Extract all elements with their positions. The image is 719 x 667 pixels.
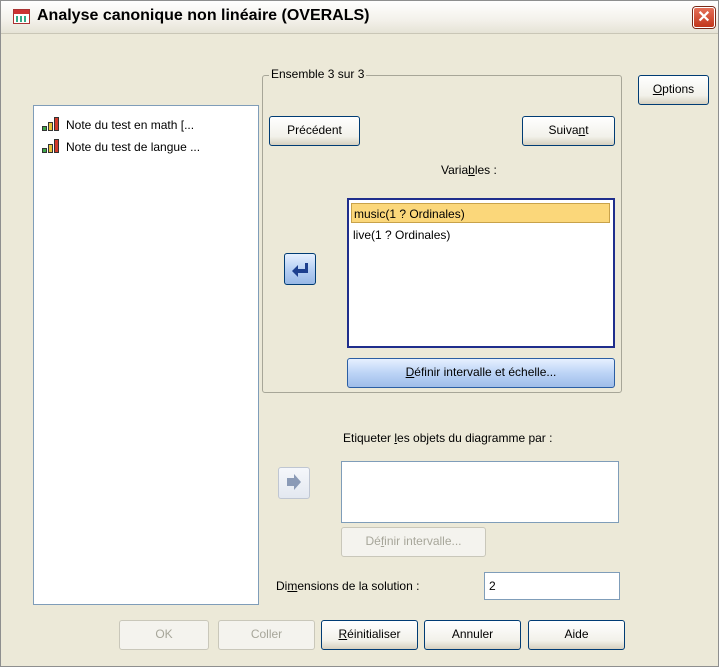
list-item[interactable]: Note du test en math [... <box>42 116 194 134</box>
set-legend: Ensemble 3 sur 3 <box>269 67 367 81</box>
ok-button[interactable]: OK <box>119 620 209 650</box>
reset-button[interactable]: Réinitialiser <box>321 620 418 650</box>
list-item[interactable]: live(1 ? Ordinales) <box>351 225 610 245</box>
cancel-button[interactable]: Annuler <box>424 620 521 650</box>
scale-measure-icon <box>42 117 60 131</box>
move-left-arrow-button[interactable] <box>284 253 316 285</box>
help-button[interactable]: Aide <box>528 620 625 650</box>
close-icon[interactable]: ✕ <box>693 7 715 28</box>
selected-variables-list[interactable]: music(1 ? Ordinales) live(1 ? Ordinales) <box>347 198 615 348</box>
variables-label: Variables : <box>441 163 497 177</box>
options-button[interactable]: Options <box>638 75 709 105</box>
variable-label: Note du test en math [... <box>66 118 195 132</box>
previous-button[interactable]: Précédent <box>269 116 360 146</box>
variable-label: Note du test de langue ... <box>66 140 201 154</box>
window-title: Analyse canonique non linéaire (OVERALS) <box>37 7 370 24</box>
dimensions-input[interactable]: 2 <box>484 572 620 600</box>
arrow-right-icon <box>287 474 301 490</box>
list-item[interactable]: Note du test de langue ... <box>42 138 200 156</box>
title-bar[interactable]: Analyse canonique non linéaire (OVERALS)… <box>1 1 718 34</box>
label-objects-label: Etiqueter les objets du diagramme par : <box>343 431 553 445</box>
define-range-scale-button[interactable]: Définir intervalle et échelle... <box>347 358 615 388</box>
list-item[interactable]: music(1 ? Ordinales) <box>351 203 610 223</box>
dimensions-label: Dimensions de la solution : <box>276 579 420 593</box>
move-right-arrow-button[interactable] <box>278 467 310 499</box>
label-objects-listbox[interactable] <box>341 461 619 523</box>
scale-measure-icon <box>42 139 60 153</box>
paste-button[interactable]: Coller <box>218 620 315 650</box>
arrow-left-icon <box>292 263 308 277</box>
dialog-window: Analyse canonique non linéaire (OVERALS)… <box>0 0 719 667</box>
app-icon <box>13 9 30 24</box>
define-range-button[interactable]: Définir intervalle... <box>341 527 486 557</box>
source-variable-list[interactable]: Note du test en math [... Note du test d… <box>33 105 259 605</box>
next-button[interactable]: Suivant <box>522 116 615 146</box>
